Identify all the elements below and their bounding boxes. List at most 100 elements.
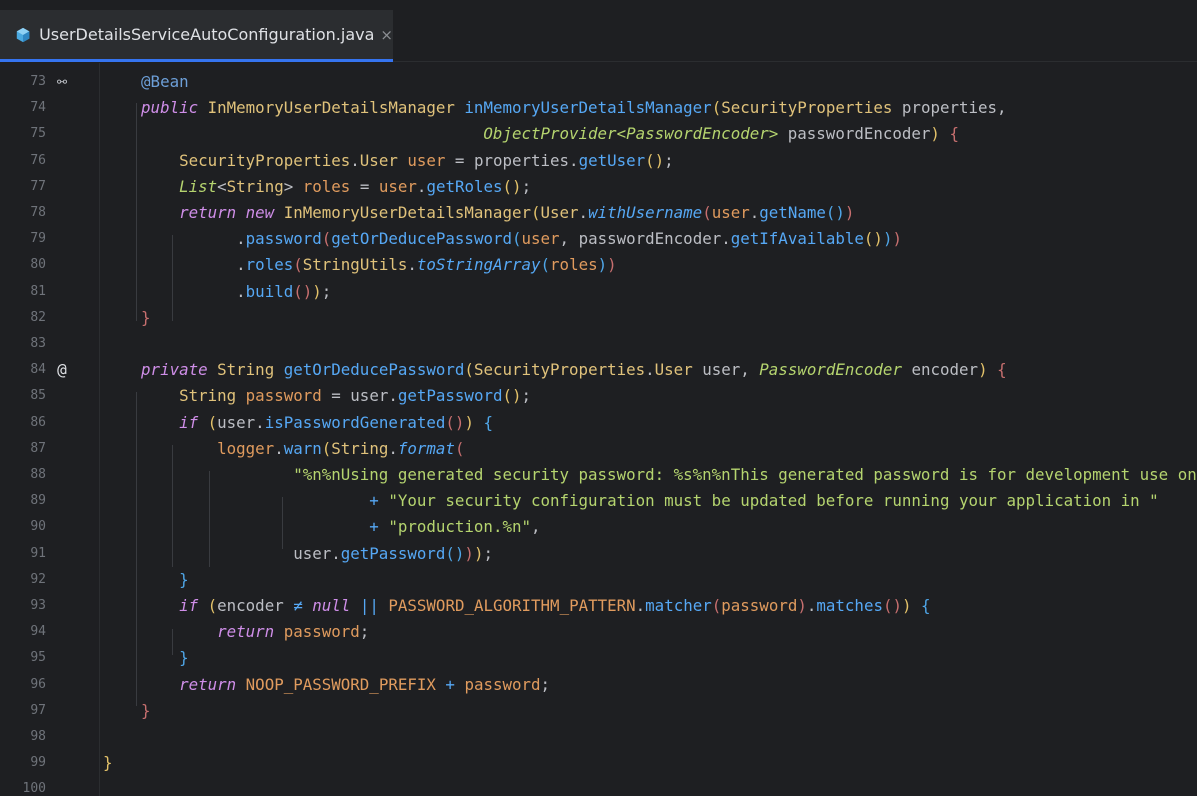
- code-line[interactable]: 74 public InMemoryUserDetailsManager inM…: [0, 95, 1197, 121]
- code-text: if (encoder ≠ null || PASSWORD_ALGORITHM…: [103, 593, 931, 619]
- bean-gutter-icon[interactable]: ⚯: [52, 69, 72, 95]
- code-line[interactable]: 86 if (user.isPasswordGenerated()) {: [0, 410, 1197, 436]
- code-token: User: [359, 150, 408, 170]
- tab-label: UserDetailsServiceAutoConfiguration.java: [39, 25, 375, 44]
- code-token: PasswordEncoder: [759, 360, 902, 380]
- code-token: User: [540, 203, 579, 222]
- code-line[interactable]: 83: [0, 331, 1197, 357]
- code-token: .: [635, 596, 646, 615]
- code-line[interactable]: 79 .password(getOrDeducePassword(user, p…: [0, 226, 1197, 252]
- annotation-gutter-icon[interactable]: @: [52, 357, 72, 383]
- code-token: ): [597, 255, 608, 275]
- code-token: roles: [550, 255, 598, 275]
- line-number: 82: [30, 309, 46, 325]
- code-token: encoder: [901, 360, 979, 380]
- code-token: +: [369, 491, 389, 511]
- code-editor[interactable]: 73 ⚯ @Bean 74 public InMemoryUserDetailsMa…: [0, 63, 1197, 796]
- code-token: withUsername: [588, 203, 703, 222]
- editor-tab-bar: UserDetailsServiceAutoConfiguration.java…: [0, 0, 1197, 62]
- code-token: String: [103, 386, 246, 406]
- code-token: passwordEncoder: [778, 124, 931, 144]
- code-line[interactable]: 95 }: [0, 645, 1197, 671]
- code-line[interactable]: 73 ⚯ @Bean: [0, 69, 1197, 95]
- code-token: public: [103, 98, 208, 118]
- code-text: }: [103, 698, 151, 724]
- code-token: (): [645, 150, 665, 170]
- code-token: ): [844, 203, 855, 222]
- code-token: ): [797, 596, 807, 615]
- code-token: ≠: [293, 596, 313, 615]
- code-line[interactable]: 82 }: [0, 305, 1197, 331]
- code-token: ||: [359, 596, 389, 615]
- code-token: ): [464, 543, 474, 563]
- code-token: roles: [245, 255, 294, 275]
- code-line[interactable]: 100: [0, 776, 1197, 796]
- line-number: 83: [30, 336, 46, 351]
- code-token: .: [103, 229, 246, 249]
- code-text: return new InMemoryUserDetailsManager(Us…: [103, 200, 854, 226]
- code-token: ): [930, 124, 940, 144]
- code-line[interactable]: 97 }: [0, 698, 1197, 724]
- code-token: {: [921, 596, 931, 615]
- code-line[interactable]: 90 + "production.%n",: [0, 514, 1197, 540]
- code-token: .: [103, 281, 246, 301]
- line-number: 74: [30, 100, 46, 116]
- code-text: }: [103, 750, 113, 776]
- code-token: user: [711, 203, 750, 222]
- code-token: String: [226, 176, 284, 196]
- code-token: ): [607, 255, 617, 275]
- code-line[interactable]: 94 return password;: [0, 619, 1197, 645]
- code-line[interactable]: 87 logger.warn(String.format(: [0, 436, 1197, 462]
- code-token: isPasswordGenerated: [264, 412, 446, 432]
- code-token: (): [445, 543, 465, 563]
- code-token: getIfAvailable: [730, 229, 864, 249]
- code-line[interactable]: 77 List<String> roles = user.getRoles();: [0, 174, 1197, 200]
- line-number: 99: [30, 755, 46, 771]
- code-line[interactable]: 75 ObjectProvider<PasswordEncoder> passw…: [0, 121, 1197, 147]
- code-token: format: [397, 438, 455, 458]
- code-token: .: [407, 255, 417, 275]
- code-line[interactable]: 76 SecurityProperties.User user = proper…: [0, 148, 1197, 174]
- code-token: getOrDeducePassword: [283, 360, 465, 380]
- code-line[interactable]: 92 }: [0, 567, 1197, 593]
- code-token: (: [511, 229, 522, 249]
- code-token: ): [312, 281, 322, 301]
- code-line[interactable]: 89 + "Your security configuration must b…: [0, 488, 1197, 514]
- line-number: 89: [30, 493, 46, 509]
- code-line[interactable]: 88 "%n%nUsing generated security passwor…: [0, 462, 1197, 488]
- code-token: }: [103, 753, 113, 773]
- code-token: (: [530, 203, 541, 222]
- code-token: >: [283, 176, 303, 196]
- line-number: 92: [30, 571, 46, 587]
- code-line[interactable]: 98: [0, 724, 1197, 750]
- code-line[interactable]: 78 return new InMemoryUserDetailsManager…: [0, 200, 1197, 226]
- code-line[interactable]: 84 @ private String getOrDeducePassword(S…: [0, 357, 1197, 383]
- code-line[interactable]: 99}: [0, 750, 1197, 776]
- code-line[interactable]: 81 .build());: [0, 279, 1197, 305]
- code-text: ObjectProvider<PasswordEncoder> password…: [103, 121, 959, 147]
- code-line[interactable]: 91 user.getPassword()));: [0, 541, 1197, 567]
- code-token: }: [103, 700, 151, 720]
- code-line[interactable]: 96 return NOOP_PASSWORD_PREFIX + passwor…: [0, 672, 1197, 698]
- code-text: }: [103, 567, 189, 593]
- close-tab-icon[interactable]: ×: [380, 26, 393, 44]
- code-token: "Your security configuration must be upd…: [388, 491, 1159, 511]
- line-number: 88: [30, 467, 46, 482]
- code-line[interactable]: 80 .roles(StringUtils.toStringArray(role…: [0, 252, 1197, 278]
- code-token: .: [416, 176, 427, 196]
- code-token: +: [435, 674, 465, 694]
- code-token: (: [321, 438, 332, 458]
- code-token: {: [997, 360, 1007, 380]
- code-token: (): [502, 176, 522, 196]
- code-token: User: [654, 360, 703, 380]
- code-token: .: [578, 203, 589, 222]
- code-line[interactable]: 93 if (encoder ≠ null || PASSWORD_ALGORI…: [0, 593, 1197, 619]
- code-text: }: [103, 645, 189, 671]
- tab-user-details-service-auto-configuration[interactable]: UserDetailsServiceAutoConfiguration.java…: [0, 10, 393, 62]
- line-number: 97: [30, 702, 46, 718]
- line-number: 85: [30, 388, 46, 404]
- code-line[interactable]: 85 String password = user.getPassword();: [0, 383, 1197, 409]
